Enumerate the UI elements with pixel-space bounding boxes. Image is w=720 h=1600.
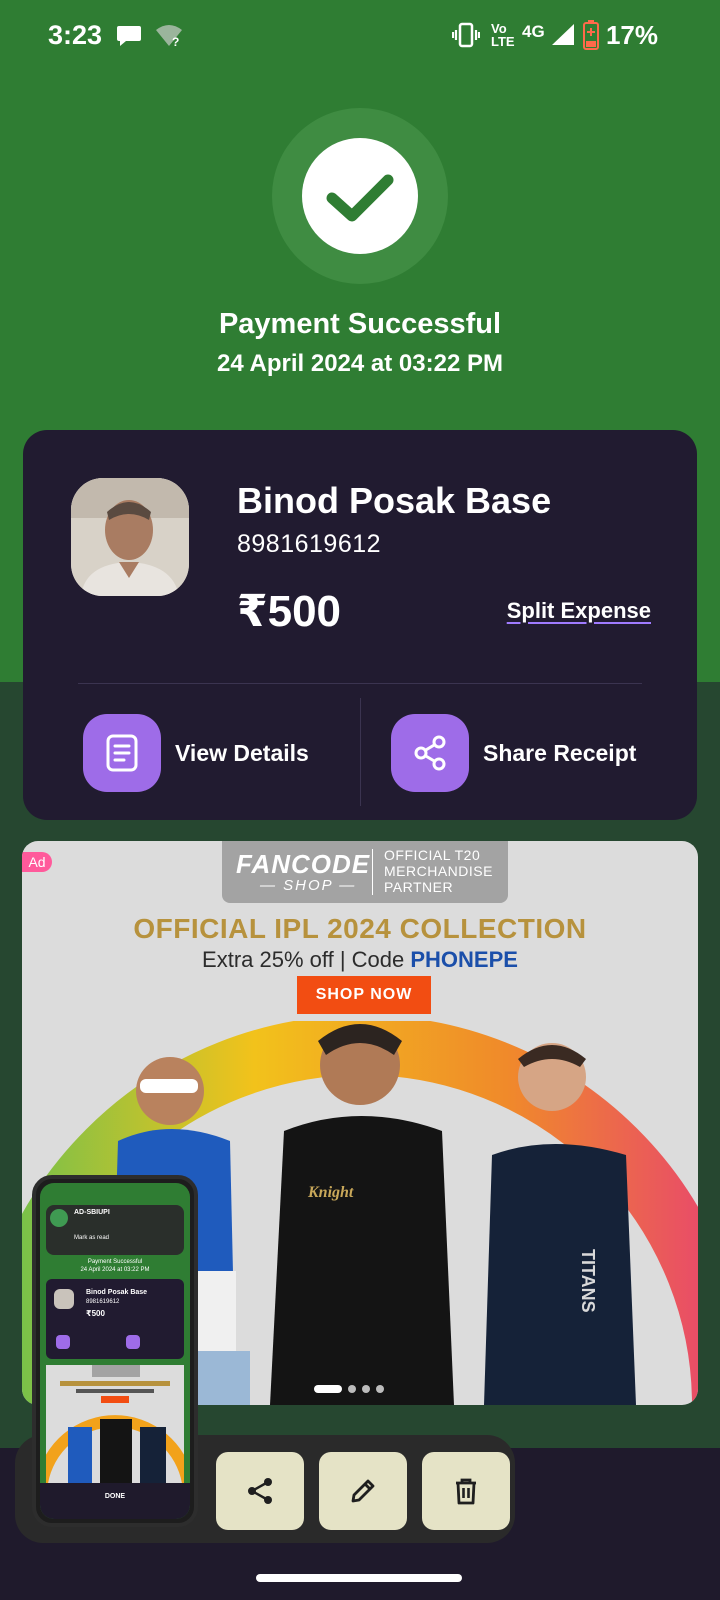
carousel-indicator[interactable] bbox=[314, 1385, 384, 1393]
view-details-button[interactable]: View Details bbox=[83, 714, 309, 792]
share-receipt-label: Share Receipt bbox=[483, 739, 637, 766]
carousel-dot[interactable] bbox=[376, 1385, 384, 1393]
mini-notification-title: AD-SBIUPI bbox=[74, 1209, 110, 1216]
payment-card: Binod Posak Base 8981619612 ₹500 Split E… bbox=[23, 430, 697, 820]
screenshot-share-button[interactable] bbox=[216, 1452, 304, 1530]
mini-notification: AD-SBIUPI Mark as read bbox=[46, 1205, 184, 1255]
view-details-label: View Details bbox=[175, 739, 309, 766]
mini-done-bar: DONE bbox=[40, 1483, 190, 1519]
gesture-nav-bar[interactable] bbox=[256, 1574, 462, 1582]
share-icon bbox=[391, 714, 469, 792]
mini-amount: ₹500 bbox=[86, 1309, 105, 1318]
mini-ad bbox=[40, 1365, 190, 1485]
fancode-brand: FANCODE bbox=[236, 849, 371, 879]
wifi-unknown-icon: ? bbox=[156, 25, 182, 48]
fancode-separator bbox=[372, 849, 373, 895]
payee-phone: 8981619612 bbox=[237, 530, 382, 558]
payee-name: Binod Posak Base bbox=[237, 480, 552, 521]
fancode-logo: FANCODE — SHOP — OFFICIAL T20 MERCHANDIS… bbox=[222, 841, 508, 903]
status-time: 3:23 bbox=[48, 20, 103, 50]
signal-icon bbox=[552, 24, 574, 45]
share-receipt-button[interactable]: Share Receipt bbox=[391, 714, 636, 792]
ad-offer-code: PHONEPE bbox=[410, 947, 518, 972]
svg-text:TITANS: TITANS bbox=[578, 1249, 598, 1313]
checkmark-icon bbox=[326, 174, 394, 222]
carousel-dot[interactable] bbox=[362, 1385, 370, 1393]
vibrate-icon bbox=[452, 22, 480, 48]
fancode-shop: — SHOP — bbox=[260, 877, 357, 894]
ad-badge: Ad bbox=[22, 852, 52, 872]
svg-text:Knight: Knight bbox=[307, 1184, 354, 1201]
fancode-partner: OFFICIAL T20 MERCHANDISE PARTNER bbox=[384, 847, 493, 895]
battery-percent: 17% bbox=[605, 20, 658, 50]
mini-notification-action: Mark as read bbox=[74, 1235, 110, 1241]
volte-label: Vo LTE bbox=[491, 21, 515, 49]
success-date: 24 April 2024 at 03:22 PM bbox=[217, 350, 503, 377]
success-badge bbox=[302, 138, 418, 254]
mini-payee-name: Binod Posak Base bbox=[86, 1289, 148, 1296]
mini-payment-card: Binod Posak Base 8981619612 ₹500 bbox=[46, 1279, 184, 1359]
ad-offer-text: Extra 25% off | Code bbox=[202, 947, 411, 972]
svg-text:?: ? bbox=[172, 35, 179, 48]
carousel-dot[interactable] bbox=[348, 1385, 356, 1393]
mini-success-date: 24 April 2024 at 03:22 PM bbox=[80, 1267, 150, 1273]
chat-notification-icon bbox=[117, 26, 141, 46]
shop-now-button[interactable]: SHOP NOW bbox=[297, 976, 431, 1014]
screenshot-delete-button[interactable] bbox=[422, 1452, 510, 1530]
edit-icon bbox=[351, 1479, 375, 1503]
mini-payee-phone: 8981619612 bbox=[86, 1299, 120, 1305]
split-expense-link[interactable]: Split Expense bbox=[507, 598, 651, 624]
avatar bbox=[71, 478, 189, 596]
share-icon bbox=[248, 1478, 272, 1504]
ad-offer: Extra 25% off | Code PHONEPE bbox=[22, 947, 698, 973]
network-type: 4G bbox=[522, 22, 545, 41]
ad-headline: OFFICIAL IPL 2024 COLLECTION bbox=[133, 913, 587, 944]
status-bar: 3:23 ? Vo LTE 4G 17% bbox=[0, 0, 720, 72]
mini-success-title: Payment Successful bbox=[87, 1259, 143, 1265]
mini-done-label: DONE bbox=[104, 1493, 126, 1500]
action-divider bbox=[360, 698, 361, 806]
screenshot-edit-button[interactable] bbox=[319, 1452, 407, 1530]
delete-icon bbox=[456, 1478, 476, 1505]
card-divider bbox=[78, 683, 642, 684]
battery-icon bbox=[583, 20, 599, 50]
screenshot-thumbnail[interactable]: AD-SBIUPI Mark as read Payment Successfu… bbox=[32, 1175, 198, 1527]
payment-amount: ₹500 bbox=[237, 587, 342, 636]
carousel-dot[interactable] bbox=[314, 1385, 342, 1393]
receipt-icon bbox=[83, 714, 161, 792]
success-title: Payment Successful bbox=[218, 308, 502, 340]
